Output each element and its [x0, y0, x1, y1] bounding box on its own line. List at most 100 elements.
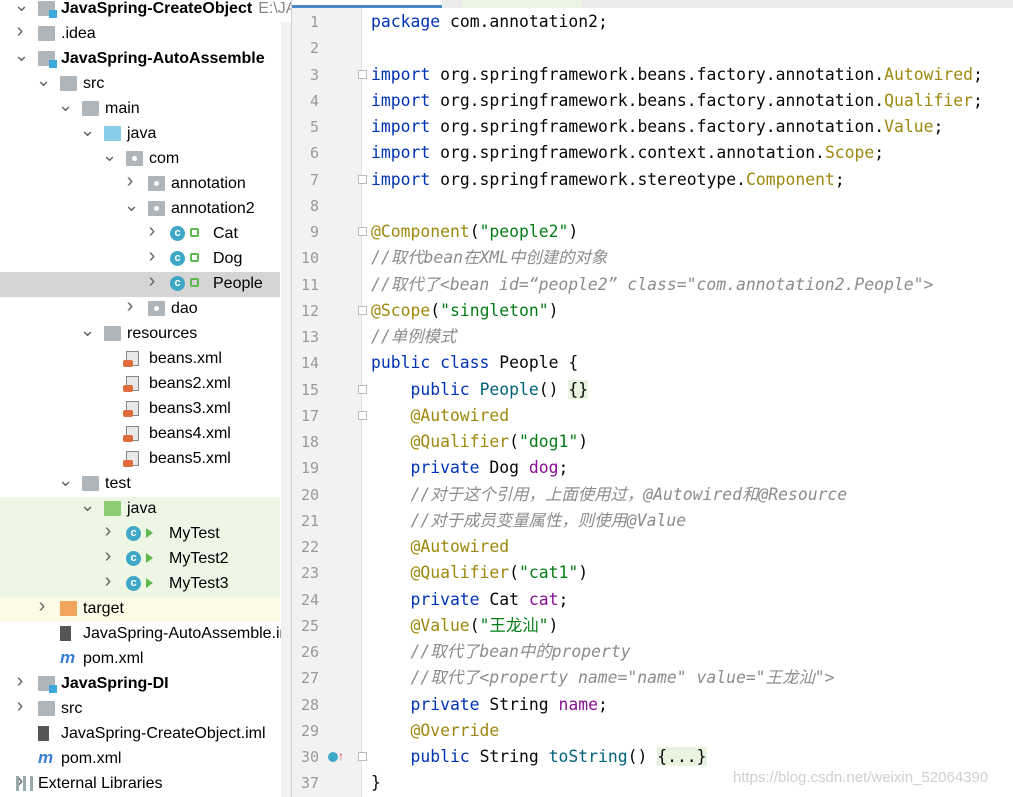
tree-item[interactable]: beans2.xml [0, 372, 280, 397]
chevron-right-icon[interactable]: › [146, 221, 158, 241]
chevron-right-icon[interactable]: › [146, 246, 158, 266]
overrides-method-icon[interactable]: ↑ [328, 750, 344, 764]
tree-item[interactable]: beans4.xml [0, 422, 280, 447]
tree-item[interactable]: › c Cat [0, 221, 280, 247]
code-line[interactable]: //对于这个引用，上面使用过，@Autowired和@Resource [371, 482, 847, 508]
chevron-down-icon[interactable]: ⌄ [80, 321, 95, 339]
tree-item[interactable]: ⌄ resources [0, 321, 280, 347]
line-number: 19 [300, 459, 319, 478]
code-line[interactable]: //取代了bean中的property [371, 639, 630, 665]
tree-item[interactable]: ⌄ main [0, 96, 280, 122]
chevron-right-icon[interactable]: › [36, 596, 48, 616]
code-line[interactable]: //对于成员变量属性，则使用@Value [371, 508, 686, 534]
tree-item[interactable]: ›External Libraries [0, 771, 280, 797]
tree-item[interactable]: m pom.xml [0, 647, 280, 672]
tree-item[interactable]: ⌄ src [0, 71, 280, 97]
tree-item[interactable]: m pom.xml [0, 747, 280, 772]
code-line[interactable]: //取代了<property name="name" value="王龙汕"> [371, 665, 834, 691]
code-line[interactable]: //单例模式 [371, 324, 456, 350]
chevron-right-icon[interactable]: › [124, 296, 136, 316]
code-line[interactable]: @Value("王龙汕") [371, 613, 558, 639]
code-token: //取代了<bean id=“people2” class="com.annot… [371, 274, 934, 294]
tree-item[interactable]: › c MyTest3 [0, 571, 280, 597]
fold-marker-icon[interactable] [358, 410, 367, 420]
tree-item[interactable]: beans3.xml [0, 397, 280, 422]
tree-item[interactable]: JavaSpring-CreateObject.iml [0, 722, 280, 747]
tree-item[interactable]: ⌄ java [0, 496, 280, 522]
fold-marker-icon[interactable] [358, 384, 367, 394]
fold-marker-icon[interactable] [358, 174, 367, 184]
fold-marker-icon[interactable] [358, 227, 367, 236]
chevron-down-icon[interactable]: ⌄ [80, 496, 95, 514]
code-line[interactable]: @Override [371, 718, 499, 744]
tree-item[interactable]: › c MyTest [0, 521, 280, 547]
tree-item[interactable]: › JavaSpring-DI [0, 671, 280, 697]
chevron-down-icon[interactable]: ⌄ [102, 146, 117, 164]
chevron-right-icon[interactable]: › [102, 571, 114, 591]
chevron-right-icon[interactable]: › [14, 696, 26, 716]
code-line[interactable]: private Dog dog; [371, 455, 568, 481]
chevron-right-icon[interactable]: › [102, 546, 114, 566]
code-line[interactable]: public class People { [371, 350, 578, 376]
tree-item[interactable]: beans5.xml [0, 447, 280, 472]
code-line[interactable]: @Qualifier("dog1") [371, 429, 588, 455]
code-line[interactable]: @Scope("singleton") [371, 298, 559, 324]
tree-item[interactable]: › c MyTest2 [0, 546, 280, 572]
tab-people-java[interactable] [292, 0, 442, 8]
fold-marker-icon[interactable] [358, 305, 367, 315]
code-line[interactable]: public String toString() {...} [371, 744, 707, 770]
chevron-down-icon[interactable]: ⌄ [124, 196, 139, 214]
tree-item[interactable]: JavaSpring-AutoAssemble.iml [0, 622, 291, 647]
code-line[interactable]: //取代了<bean id=“people2” class="com.annot… [371, 272, 933, 298]
tree-item[interactable]: beans.xml [0, 347, 280, 372]
code-token: //对于这个引用，上面使用过，@Autowired和@Resource [371, 484, 848, 504]
code-line[interactable]: //取代bean在XML中创建的对象 [371, 245, 607, 271]
code-line[interactable]: import org.springframework.stereotype.Co… [371, 167, 845, 193]
code-line[interactable]: @Autowired [371, 403, 509, 429]
tree-item[interactable]: › annotation [0, 171, 280, 197]
fold-marker-icon[interactable] [358, 69, 367, 79]
code-line[interactable]: package com.annotation2; [371, 9, 608, 35]
code-line[interactable]: @Qualifier("cat1") [371, 560, 588, 586]
tree-item[interactable]: ⌄ JavaSpring-CreateObject E:\JAVA [0, 0, 291, 22]
chevron-right-icon[interactable]: › [124, 171, 136, 191]
chevron-down-icon[interactable]: ⌄ [36, 71, 51, 89]
code-line[interactable]: private String name; [371, 692, 607, 718]
tree-item[interactable]: › dao [0, 296, 280, 322]
tab-other[interactable] [462, 0, 582, 8]
code-line[interactable]: } [371, 770, 381, 796]
code-token: import [371, 90, 441, 110]
tree-item[interactable]: › c Dog [0, 246, 280, 272]
line-number: 4 [309, 91, 319, 110]
chevron-right-icon[interactable]: › [14, 21, 26, 41]
code-line[interactable]: import org.springframework.context.annot… [371, 140, 884, 166]
tree-item[interactable]: ⌄ test [0, 471, 280, 497]
project-tree-scrollbar[interactable] [281, 22, 291, 797]
tree-item[interactable]: › src [0, 696, 280, 722]
tree-item[interactable]: ⌄ java [0, 121, 280, 147]
chevron-right-icon[interactable]: › [102, 521, 114, 541]
chevron-down-icon[interactable]: ⌄ [14, 46, 29, 64]
code-line[interactable]: private Cat cat; [371, 587, 568, 613]
tree-item[interactable]: ⌄ com [0, 146, 280, 172]
code-line[interactable]: @Autowired [371, 534, 509, 560]
chevron-down-icon[interactable]: ⌄ [14, 0, 29, 14]
chevron-down-icon[interactable]: ⌄ [58, 96, 73, 114]
code-token: private [371, 589, 490, 609]
code-line[interactable]: import org.springframework.beans.factory… [371, 88, 983, 114]
tree-item[interactable]: ⌄ JavaSpring-AutoAssemble [0, 46, 280, 72]
chevron-down-icon[interactable]: ⌄ [80, 121, 95, 139]
fold-marker-icon[interactable] [358, 752, 367, 761]
code-line[interactable]: public People() {} [371, 377, 589, 403]
chevron-right-icon[interactable]: › [14, 671, 26, 691]
tree-item[interactable]: › c People [0, 271, 280, 297]
code-line[interactable]: import org.springframework.beans.factory… [371, 62, 983, 88]
chevron-right-icon[interactable]: › [146, 271, 158, 291]
tree-item[interactable]: › target [0, 596, 280, 622]
code-editor[interactable]: 1 package com.annotation2; 2 3 import org.sp… [292, 8, 1013, 797]
tree-item[interactable]: › .idea [0, 21, 280, 47]
code-line[interactable]: @Component("people2") [371, 219, 578, 245]
tree-item[interactable]: ⌄ annotation2 [0, 196, 280, 222]
code-line[interactable]: import org.springframework.beans.factory… [371, 114, 943, 140]
chevron-down-icon[interactable]: ⌄ [58, 471, 73, 489]
